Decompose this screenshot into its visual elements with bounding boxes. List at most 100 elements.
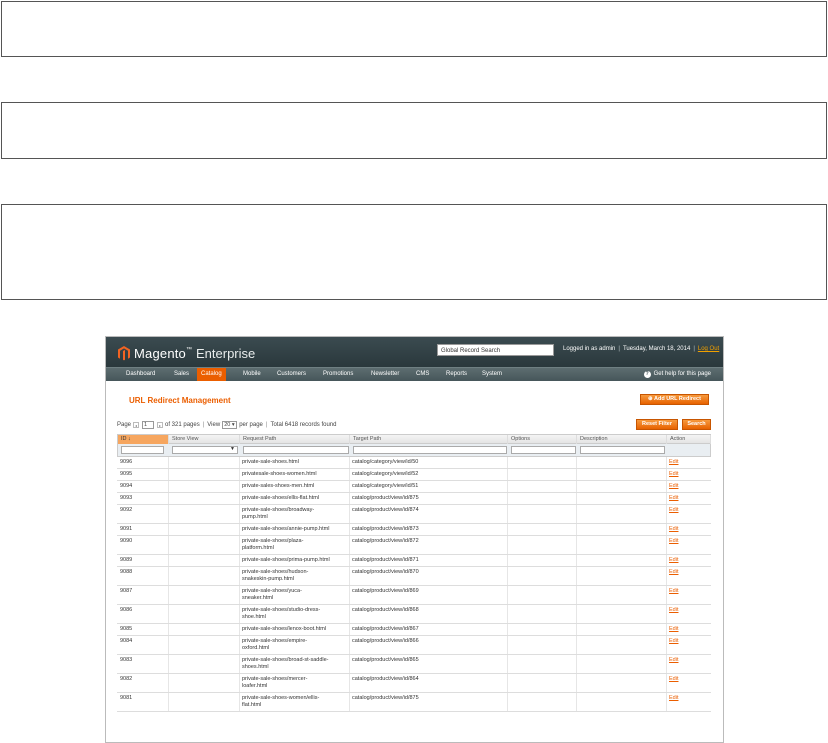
of-pages-text: of 321 pages [165, 422, 200, 428]
nav-item-catalog[interactable]: Catalog [197, 368, 226, 381]
column-header-target-path[interactable]: Target Path [350, 435, 508, 444]
edit-link[interactable]: Edit [669, 607, 699, 614]
nav-item-customers[interactable]: Customers [273, 368, 310, 381]
request-path-line: private-sale-shoes/annie-pump.html [242, 526, 330, 532]
request-path-line: private-sale-shoes/yuca- [242, 588, 302, 594]
edit-link[interactable]: Edit [669, 657, 699, 664]
logged-in-text: Logged in as admin [563, 346, 616, 352]
cell-target-path: catalog/category/view/id/52 [352, 471, 419, 477]
cell-target-path: catalog/category/view/id/51 [352, 483, 419, 489]
request-path-line: privatesale-shoes-women.html [242, 471, 317, 477]
edit-link[interactable]: Edit [669, 495, 699, 502]
global-search-input[interactable]: Global Record Search [437, 344, 554, 356]
nav-item-cms[interactable]: CMS [412, 368, 433, 381]
view-label: View [207, 422, 221, 428]
search-button[interactable]: Search [682, 419, 711, 430]
target-path-filter-input[interactable] [353, 446, 507, 454]
brand-name: Magento [134, 345, 186, 361]
column-header-id[interactable]: ID ↓ [118, 435, 169, 444]
request-path-line: private-sale-shoes/mercer- [242, 676, 308, 682]
request-path-line: oxford.html [242, 645, 270, 651]
column-header-action[interactable]: Action [667, 435, 711, 444]
nav-item-mobile[interactable]: Mobile [239, 368, 265, 381]
edit-link[interactable]: Edit [669, 626, 699, 633]
table-row[interactable]: 9092 private-sale-shoes/broadway-pump.htm… [117, 505, 711, 524]
cell-request-path: private-sale-shoes/broadway-pump.html [242, 507, 348, 521]
cell-id: 9083 [120, 657, 133, 663]
prev-page-icon[interactable]: ◂ [133, 422, 140, 428]
edit-link[interactable]: Edit [669, 483, 699, 490]
cell-target-path: catalog/product/view/id/875 [352, 695, 419, 701]
help-icon: ? [643, 371, 651, 378]
next-page-icon[interactable]: ▸ [157, 422, 164, 428]
empty-box-2 [1, 102, 827, 159]
request-path-line: flat.html [242, 702, 262, 708]
edit-link[interactable]: Edit [669, 538, 699, 545]
edit-link[interactable]: Edit [669, 588, 699, 595]
admin-header: Magento ™ Enterprise Global Record Search… [106, 337, 723, 367]
table-row[interactable]: 9096 private-sale-shoes.html catalog/categ… [117, 457, 711, 469]
page-number-input[interactable]: 1 [142, 421, 155, 429]
magento-logo-icon [118, 345, 130, 360]
table-row[interactable]: 9089 private-sale-shoes/prima-pump.html ca… [117, 555, 711, 567]
edit-link[interactable]: Edit [669, 471, 699, 478]
options-filter-input[interactable] [511, 446, 576, 454]
id-filter-input[interactable] [121, 446, 164, 454]
table-row[interactable]: 9081 private-sale-shoes-women/ellis-flat.… [117, 693, 711, 712]
column-header-options[interactable]: Options [508, 435, 577, 444]
edit-link[interactable]: Edit [669, 557, 699, 564]
cell-request-path: private-sale-shoes/lenox-boot.html [242, 626, 348, 633]
description-filter-input[interactable] [580, 446, 665, 454]
cell-target-path: catalog/product/view/id/865 [352, 657, 419, 663]
logout-link[interactable]: Log Out [698, 346, 719, 352]
nav-item-system[interactable]: System [478, 368, 506, 381]
date-text: Tuesday, March 18, 2014 [622, 346, 691, 352]
edit-link[interactable]: Edit [669, 676, 699, 683]
edit-link[interactable]: Edit [669, 507, 699, 514]
table-row[interactable]: 9093 private-sale-shoes/ellis-flat.html ca… [117, 493, 711, 505]
cell-request-path: private-sale-shoes/prima-pump.html [242, 557, 348, 564]
cell-target-path: catalog/product/view/id/866 [352, 638, 419, 644]
table-row[interactable]: 9087 private-sale-shoes/yuca-sneaker.html… [117, 586, 711, 605]
nav-item-reports[interactable]: Reports [442, 368, 471, 381]
cell-request-path: private-sale-shoes/yuca-sneaker.html [242, 588, 348, 602]
table-row[interactable]: 9082 private-sale-shoes/mercer-loafer.htm… [117, 674, 711, 693]
add-url-redirect-button[interactable]: ⊕ Add URL Redirect [640, 394, 709, 405]
request-path-filter-input[interactable] [243, 446, 349, 454]
table-row[interactable]: 9088 private-sale-shoes/hudson-snakeskin-… [117, 567, 711, 586]
edit-link[interactable]: Edit [669, 695, 699, 702]
cell-target-path: catalog/product/view/id/872 [352, 538, 419, 544]
edit-link[interactable]: Edit [669, 459, 699, 466]
request-path-line: shoes.html [242, 664, 269, 670]
column-header-request-path[interactable]: Request Path [240, 435, 350, 444]
table-row[interactable]: 9085 private-sale-shoes/lenox-boot.html ca… [117, 624, 711, 636]
column-header-description[interactable]: Description [577, 435, 667, 444]
table-row[interactable]: 9094 private-sales-shoes-men.html catalog/… [117, 481, 711, 493]
table-row[interactable]: 9084 private-sale-shoes/empire-oxford.htm… [117, 636, 711, 655]
nav-item-promotions[interactable]: Promotions [319, 368, 357, 381]
grid-header: ID ↓ Store View Request Path Target Path Opt… [117, 434, 711, 444]
cell-request-path: private-sales-shoes-men.html [242, 483, 348, 490]
cell-id: 9087 [120, 588, 133, 594]
table-row[interactable]: 9095 privatesale-shoes-women.html catalog/… [117, 469, 711, 481]
request-path-line: private-sale-shoes/hudson- [242, 569, 309, 575]
nav-item-sales[interactable]: Sales [170, 368, 193, 381]
nav-item-dashboard[interactable]: Dashboard [122, 368, 159, 381]
edit-link[interactable]: Edit [669, 638, 699, 645]
per-page-select[interactable]: 20 ▾ [222, 421, 238, 429]
request-path-line: private-sale-shoes/studio-dress- [242, 607, 321, 613]
request-path-line: private-sale-shoes/broadway- [242, 507, 315, 513]
edit-link[interactable]: Edit [669, 569, 699, 576]
edit-link[interactable]: Edit [669, 526, 699, 533]
table-row[interactable]: 9083 private-sale-shoes/broad-st-saddle-s… [117, 655, 711, 674]
nav-item-newsletter[interactable]: Newsletter [367, 368, 403, 381]
grid-filter-row [117, 444, 711, 457]
cell-id: 9092 [120, 507, 133, 513]
table-row[interactable]: 9091 private-sale-shoes/annie-pump.html ca… [117, 524, 711, 536]
store-view-filter-select[interactable] [172, 446, 238, 454]
table-row[interactable]: 9090 private-sale-shoes/plaza-platform.ht… [117, 536, 711, 555]
table-row[interactable]: 9086 private-sale-shoes/studio-dress-shoe… [117, 605, 711, 624]
help-link[interactable]: ? Get help for this page [643, 368, 711, 381]
reset-filter-button[interactable]: Reset Filter [636, 419, 678, 430]
column-header-store-view[interactable]: Store View [169, 435, 240, 444]
